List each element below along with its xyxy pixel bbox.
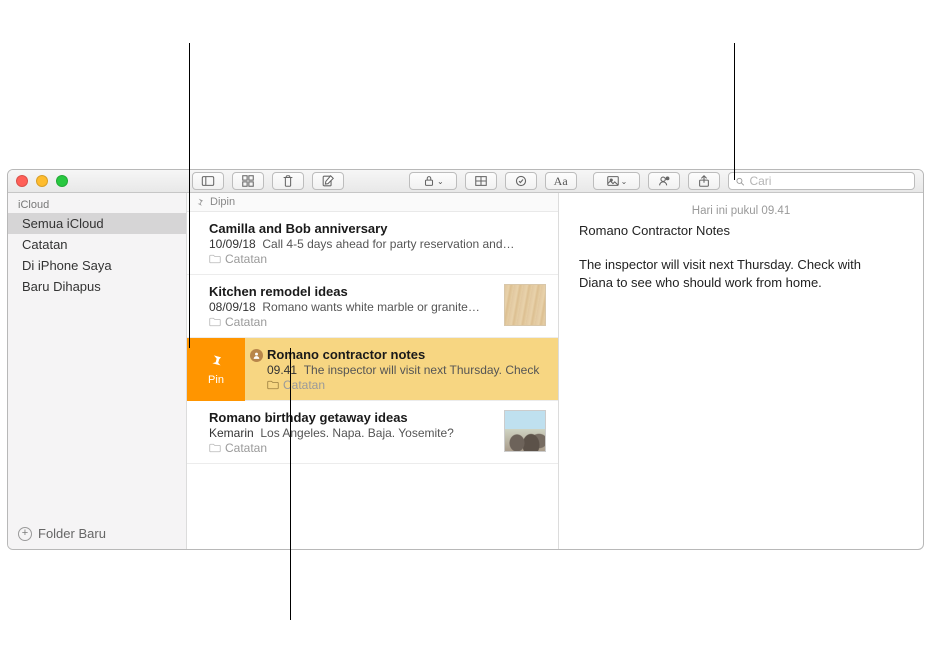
zoom-window-button[interactable] xyxy=(56,175,68,187)
toolbar: ⌄ Aa ⌄ + xyxy=(8,170,923,193)
sidebar-item-on-my-iphone[interactable]: Di iPhone Saya xyxy=(8,255,186,276)
checklist-button[interactable] xyxy=(505,172,537,190)
note-editor[interactable]: Hari ini pukul 09.41 Romano Contractor N… xyxy=(559,193,923,549)
note-body-text: The inspector will visit next Thursday. … xyxy=(579,256,869,291)
folder-icon xyxy=(209,317,221,327)
note-item[interactable]: Camilla and Bob anniversary 10/09/18 Cal… xyxy=(187,212,558,275)
note-timestamp: Hari ini pukul 09.41 xyxy=(579,205,903,217)
lock-button[interactable]: ⌄ xyxy=(409,172,457,190)
shared-icon xyxy=(250,349,263,362)
callout-line xyxy=(290,348,291,620)
plus-icon: + xyxy=(18,527,32,541)
window-controls xyxy=(16,175,68,187)
sidebar-item-notes[interactable]: Catatan xyxy=(8,234,186,255)
note-title: Camilla and Bob anniversary xyxy=(209,221,546,236)
sidebar-toggle-button[interactable] xyxy=(192,172,224,190)
note-item[interactable]: Romano contractor notes 09.41 The inspec… xyxy=(245,338,558,401)
folder-icon xyxy=(209,254,221,264)
add-media-button[interactable]: ⌄ xyxy=(593,172,641,190)
note-preview: 10/09/18 Call 4-5 days ahead for party r… xyxy=(209,237,546,251)
sidebar: iCloud Semua iCloud Catatan Di iPhone Sa… xyxy=(8,193,187,549)
callout-line xyxy=(189,43,190,348)
new-note-button[interactable] xyxy=(312,172,344,190)
pin-action-button[interactable]: Pin xyxy=(187,338,245,401)
note-item[interactable]: Romano birthday getaway ideas Kemarin Lo… xyxy=(187,401,558,464)
search-input[interactable] xyxy=(749,174,908,188)
callout-line xyxy=(734,43,735,180)
minimize-window-button[interactable] xyxy=(36,175,48,187)
search-field[interactable] xyxy=(728,172,915,190)
note-preview: 09.41 The inspector will visit next Thur… xyxy=(267,363,546,377)
sidebar-section-header: iCloud xyxy=(8,193,186,213)
note-folder: Catatan xyxy=(209,315,496,329)
pin-icon xyxy=(195,198,204,207)
note-preview: Kemarin Los Angeles. Napa. Baja. Yosemit… xyxy=(209,426,496,440)
pinned-label: Dipin xyxy=(210,196,235,208)
note-thumbnail xyxy=(504,284,546,326)
note-title: Romano birthday getaway ideas xyxy=(209,410,496,425)
note-title: Romano contractor notes xyxy=(267,347,546,362)
share-button[interactable] xyxy=(688,172,720,190)
note-list: Dipin Camilla and Bob anniversary 10/09/… xyxy=(187,193,559,549)
search-icon xyxy=(735,176,745,187)
note-item-selected: Pin Romano contractor notes 09.41 The in… xyxy=(187,338,558,401)
folder-icon xyxy=(267,380,279,390)
note-body-title: Romano Contractor Notes xyxy=(579,223,903,238)
close-window-button[interactable] xyxy=(16,175,28,187)
pin-icon xyxy=(207,353,225,371)
table-button[interactable] xyxy=(465,172,497,190)
grid-view-button[interactable] xyxy=(232,172,264,190)
note-title: Kitchen remodel ideas xyxy=(209,284,496,299)
note-folder: Catatan xyxy=(267,378,546,392)
sidebar-item-recently-deleted[interactable]: Baru Dihapus xyxy=(8,276,186,297)
new-folder-label: Folder Baru xyxy=(38,526,106,541)
pinned-section-header: Dipin xyxy=(187,193,558,212)
note-thumbnail xyxy=(504,410,546,452)
app-window: ⌄ Aa ⌄ + iCloud Semua iCloud Ca xyxy=(7,169,924,550)
note-folder: Catatan xyxy=(209,441,496,455)
svg-text:+: + xyxy=(667,177,669,181)
note-folder: Catatan xyxy=(209,252,546,266)
format-text-button[interactable]: Aa xyxy=(545,172,577,190)
add-collaborator-button[interactable]: + xyxy=(648,172,680,190)
delete-button[interactable] xyxy=(272,172,304,190)
new-folder-button[interactable]: + Folder Baru xyxy=(8,518,186,549)
folder-icon xyxy=(209,443,221,453)
sidebar-item-all-icloud[interactable]: Semua iCloud xyxy=(8,213,186,234)
note-item[interactable]: Kitchen remodel ideas 08/09/18 Romano wa… xyxy=(187,275,558,338)
pin-action-label: Pin xyxy=(208,374,224,386)
note-preview: 08/09/18 Romano wants white marble or gr… xyxy=(209,300,496,314)
